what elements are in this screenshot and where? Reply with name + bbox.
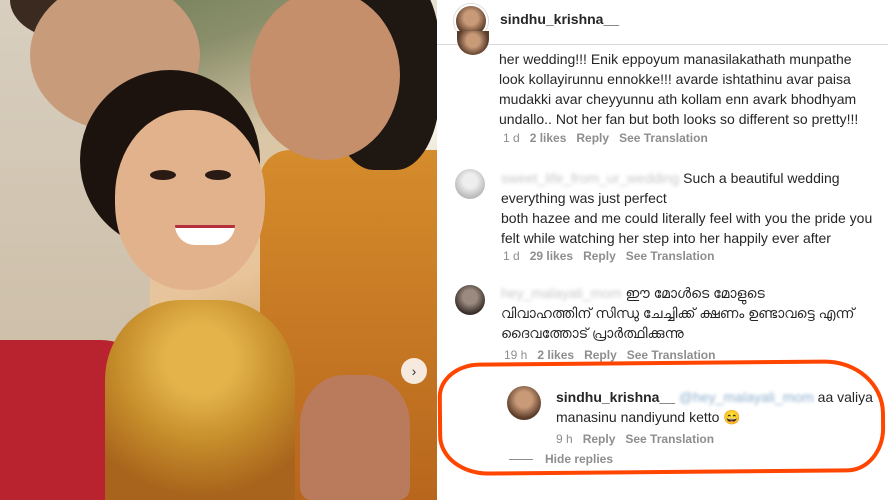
bride-eye-left [150,170,176,180]
comment-time: 19 h [504,348,528,362]
comment-time: 9 h [556,432,573,446]
comment-text: her wedding!!! Enik eppoyum manasilakath… [499,51,859,127]
post-photo: › [0,0,437,500]
likes-count[interactable]: 29 likes [530,249,573,263]
reply-button[interactable]: Reply [583,249,616,263]
likes-count[interactable]: 2 likes [530,131,567,145]
comment-body: hey_malayali_mom ഈ മോൾടെ മോളുടെ വിവാഹത്ത… [501,283,881,343]
comment-meta: 1 d 2 likes Reply See Translation [503,131,708,145]
hide-replies-label: Hide replies [545,452,614,466]
divider-line [509,458,533,460]
bride-eye-right [205,170,231,180]
comment-username-blurred[interactable]: hey_malayali_mom [501,285,622,301]
likes-count[interactable]: 2 likes [537,348,574,362]
comment-text-lead: ഈ മോൾടെ മോളുടെ [625,285,765,301]
next-photo-chevron-icon[interactable]: › [401,358,427,384]
gold-necklace [105,300,295,500]
comments-panel: sindhu_krishna__ her wedding!!! Enik epp… [437,0,888,500]
avatar[interactable] [455,285,485,315]
comment-body: sweet_life_from_ur_wedding Such a beauti… [501,168,881,248]
bride-face [115,110,265,290]
comment-text-lead: Such a beautiful wedding [683,170,840,186]
see-translation-button[interactable]: See Translation [627,348,716,362]
avatar[interactable] [507,386,541,420]
reply-button[interactable]: Reply [583,432,616,446]
comment-text: വിവാഹത്തിന് സിന്ധു ചേച്ചിക്ക് ക്ഷണം ഉണ്ട… [501,305,855,341]
mehndi-hand [300,375,410,500]
see-translation-button[interactable]: See Translation [619,131,708,145]
comment-time: 1 d [503,249,520,263]
comment-meta: 1 d 29 likes Reply See Translation [503,249,714,263]
see-translation-button[interactable]: See Translation [625,432,714,446]
comment-body: sindhu_krishna__ @hey_malayali_mom aa va… [556,387,886,427]
reply-button[interactable]: Reply [584,348,617,362]
reply-button[interactable]: Reply [576,131,609,145]
comment-username[interactable]: sindhu_krishna__ [556,389,675,405]
comment-text: everything was just perfect both hazee a… [501,190,873,246]
avatar[interactable] [457,31,489,55]
comment-meta: 9 h Reply See Translation [556,432,714,446]
post-header: sindhu_krishna__ [437,0,888,45]
avatar[interactable] [455,169,485,199]
see-translation-button[interactable]: See Translation [626,249,715,263]
comment-meta: 19 h 2 likes Reply See Translation [504,348,715,362]
header-username[interactable]: sindhu_krishna__ [500,11,619,27]
comment-time: 1 d [503,131,520,145]
hide-replies-button[interactable]: Hide replies [509,452,613,466]
mention-link[interactable]: @hey_malayali_mom [679,389,814,405]
comment-username-blurred[interactable]: sweet_life_from_ur_wedding [501,170,679,186]
